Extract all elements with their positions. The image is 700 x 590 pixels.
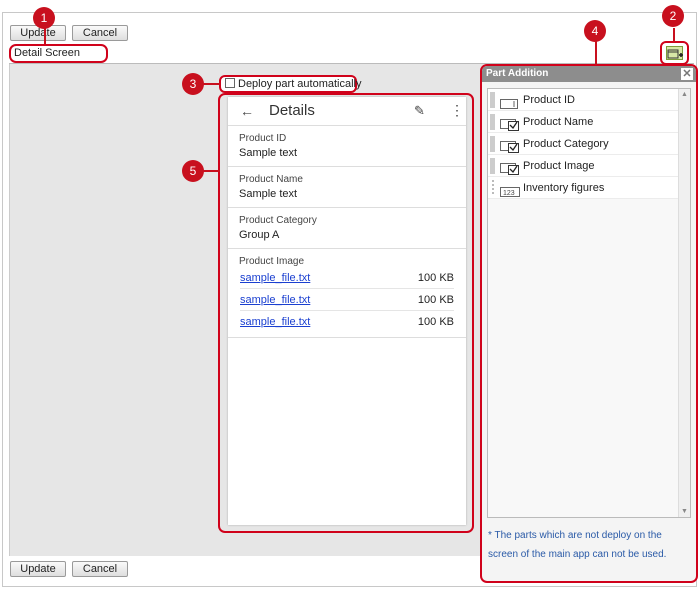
field-label: Product ID: [239, 133, 287, 144]
part-addition-panel: Part Addition ✕ Product ID Product Name …: [480, 64, 698, 583]
update-button-bottom[interactable]: Update: [10, 561, 66, 577]
drag-handle[interactable]: [492, 180, 494, 196]
file-size: 100 KB: [417, 293, 454, 306]
deploy-automatically-toggle[interactable]: Deploy part automatically: [219, 75, 362, 93]
part-panel-header: Part Addition ✕: [482, 66, 696, 82]
drag-handle[interactable]: [490, 92, 495, 108]
field-value: Sample text: [239, 147, 298, 159]
callout-3: 3: [182, 73, 204, 95]
file-link[interactable]: sample_file.txt: [240, 316, 310, 328]
part-item-product-category[interactable]: Product Category: [488, 133, 690, 155]
part-item-label: Product ID: [523, 94, 575, 106]
part-list-scrollbar[interactable]: ▲ ▼: [678, 89, 690, 517]
deploy-checkbox[interactable]: [225, 78, 235, 88]
part-panel-title: Part Addition: [486, 68, 549, 79]
part-addition-button[interactable]: [660, 41, 689, 65]
phone-preview: ← Details ✎ ⋮ Product ID Sample text Pro…: [228, 97, 466, 525]
add-part-icon: [666, 46, 683, 60]
file-link[interactable]: sample_file.txt: [240, 272, 310, 284]
field-label: Product Image: [239, 256, 305, 267]
callout-4: 4: [584, 20, 606, 42]
drag-handle[interactable]: [490, 114, 495, 130]
screen-title-bar: Detail Screen: [9, 44, 694, 64]
part-item-product-image[interactable]: Product Image: [488, 155, 690, 177]
callout-line-5: [203, 170, 220, 172]
close-icon[interactable]: ✕: [681, 68, 693, 80]
callout-5: 5: [182, 160, 204, 182]
field-product-category[interactable]: Product Category Group A: [228, 208, 466, 249]
number-field-icon: 123: [500, 183, 520, 205]
drag-handle[interactable]: [490, 136, 495, 152]
drag-handle[interactable]: [490, 158, 495, 174]
file-size: 100 KB: [417, 271, 454, 284]
screen-title-input[interactable]: Detail Screen: [9, 44, 108, 63]
field-label: Product Name: [239, 174, 303, 185]
preview-frame: ← Details ✎ ⋮ Product ID Sample text Pro…: [218, 93, 474, 533]
cancel-button-bottom[interactable]: Cancel: [72, 561, 128, 577]
edit-pencil-icon[interactable]: ✎: [414, 103, 425, 119]
field-value: Sample text: [239, 188, 298, 200]
callout-line-1: [44, 28, 46, 44]
back-arrow-icon[interactable]: ←: [240, 103, 254, 119]
field-label: Product Category: [239, 215, 317, 226]
more-vert-icon[interactable]: ⋮: [450, 102, 464, 119]
phone-header: ← Details ✎ ⋮: [228, 97, 466, 126]
part-item-label: Inventory figures: [523, 182, 605, 194]
file-row: sample_file.txt 100 KB: [240, 289, 454, 311]
part-panel-note: * The parts which are not deploy on the …: [488, 530, 667, 560]
deploy-label: Deploy part automatically: [238, 78, 362, 90]
field-product-id[interactable]: Product ID Sample text: [228, 126, 466, 167]
part-item-label: Product Category: [523, 138, 609, 150]
field-product-name[interactable]: Product Name Sample text: [228, 167, 466, 208]
callout-2: 2: [662, 5, 684, 27]
part-list: Product ID Product Name Product Category…: [487, 88, 691, 518]
part-item-product-name[interactable]: Product Name: [488, 111, 690, 133]
field-value: Group A: [239, 229, 280, 241]
cancel-button-top[interactable]: Cancel: [72, 25, 128, 41]
file-row: sample_file.txt 100 KB: [240, 267, 454, 289]
svg-text:123: 123: [503, 190, 515, 197]
file-list: sample_file.txt 100 KB sample_file.txt 1…: [228, 267, 466, 337]
callout-1: 1: [33, 7, 55, 29]
scroll-up-icon[interactable]: ▲: [681, 91, 688, 98]
callout-line-2: [673, 28, 675, 42]
phone-title: Details: [269, 102, 315, 119]
part-item-product-id[interactable]: Product ID: [488, 89, 690, 111]
callout-line-4: [595, 38, 597, 65]
callout-line-3: [203, 83, 220, 85]
part-item-label: Product Name: [523, 116, 594, 128]
file-link[interactable]: sample_file.txt: [240, 294, 310, 306]
scroll-down-icon[interactable]: ▼: [681, 508, 688, 515]
file-row: sample_file.txt 100 KB: [240, 311, 454, 333]
part-item-label: Product Image: [523, 160, 595, 172]
part-item-inventory-figures[interactable]: 123 Inventory figures: [488, 177, 690, 199]
field-product-image[interactable]: Product Image sample_file.txt 100 KB sam…: [228, 249, 466, 338]
file-size: 100 KB: [417, 316, 454, 328]
